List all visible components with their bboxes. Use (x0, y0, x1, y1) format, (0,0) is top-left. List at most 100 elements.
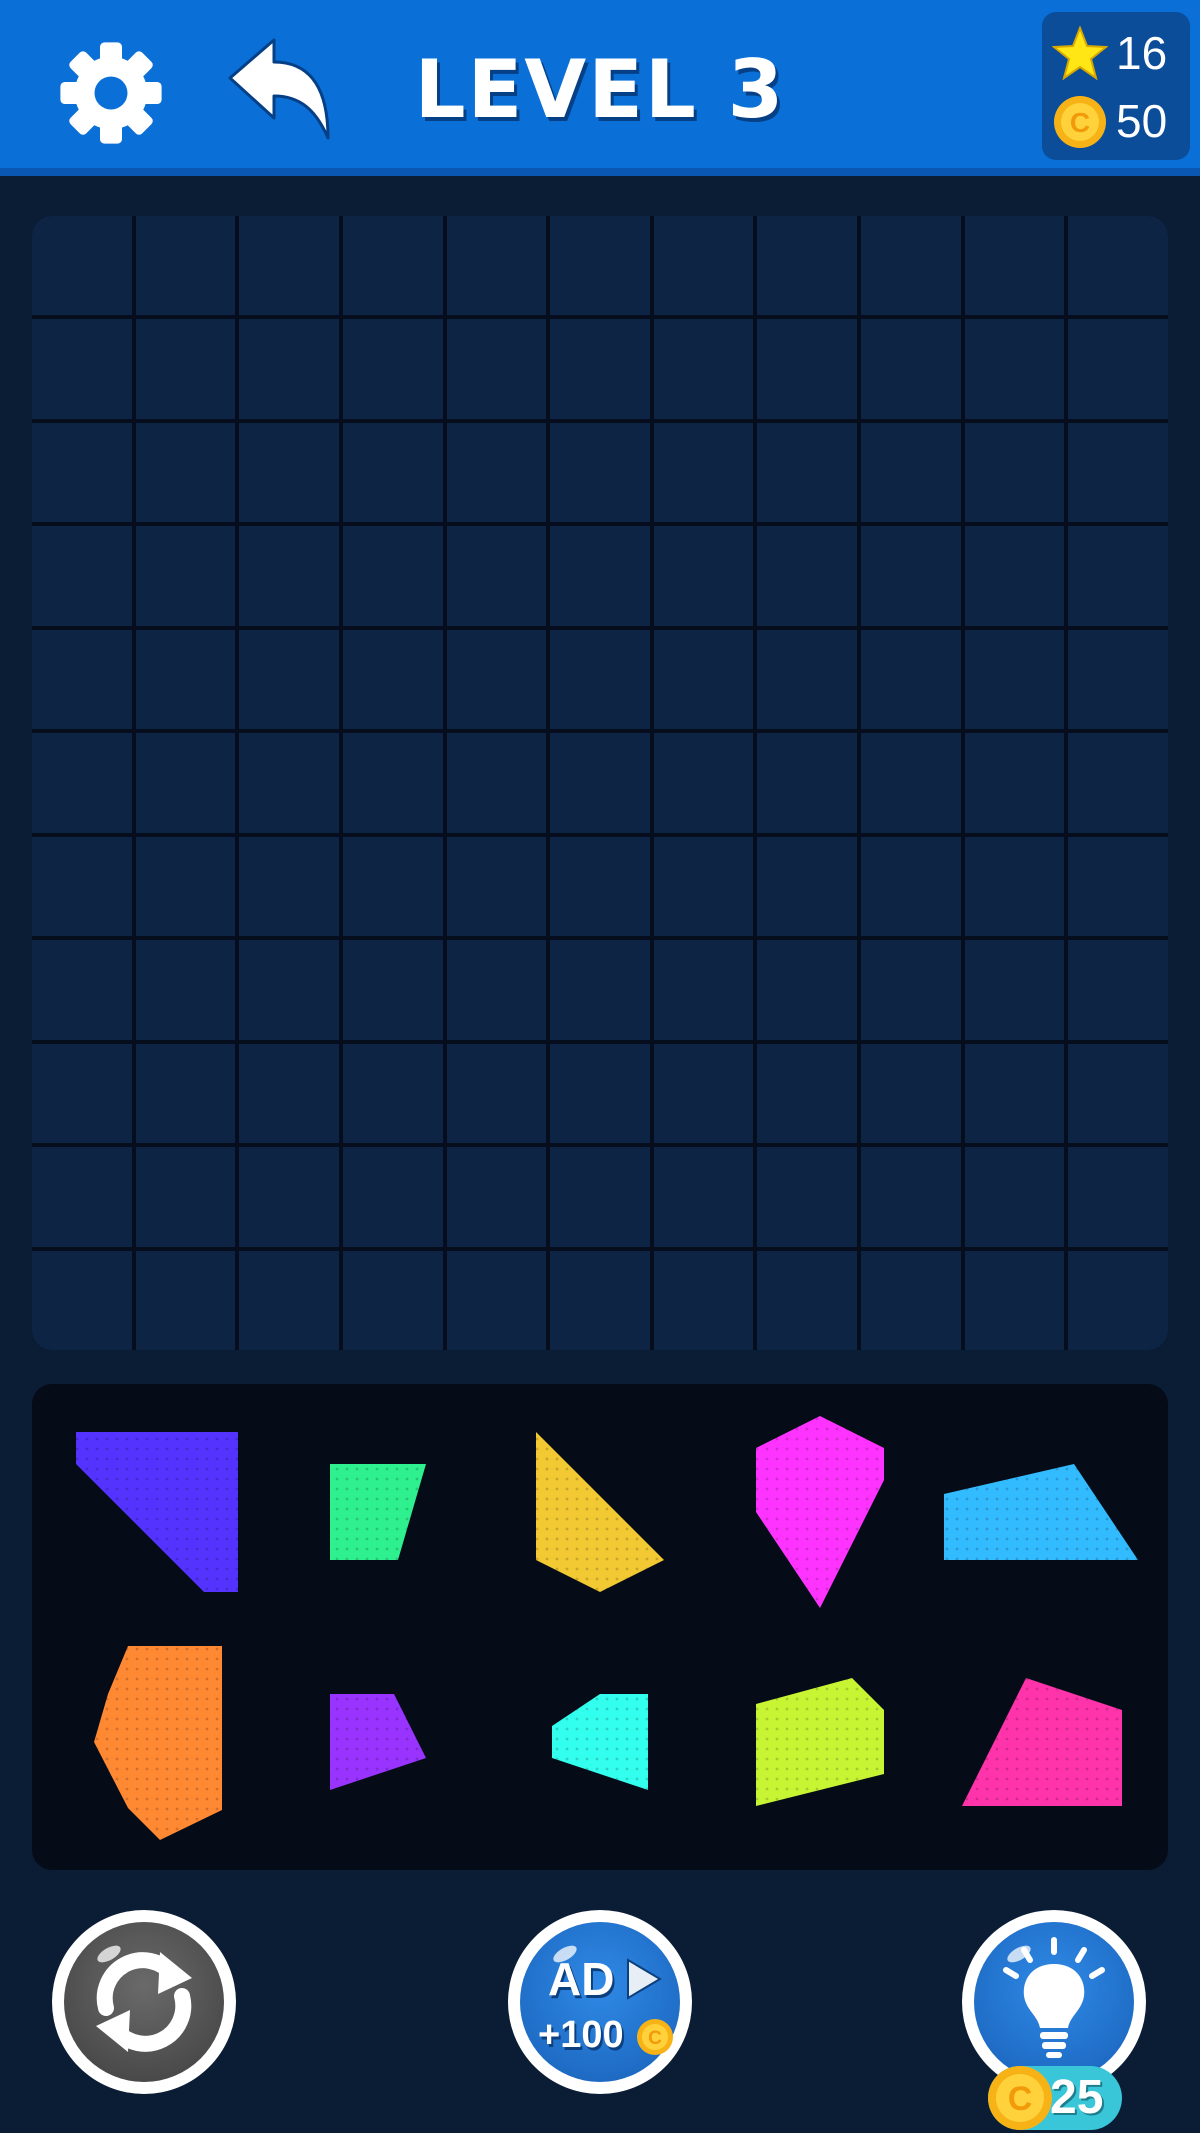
board-cell[interactable] (964, 422, 1065, 523)
board-cell[interactable] (1068, 1250, 1168, 1350)
board-cell[interactable] (1068, 422, 1168, 523)
board-cell[interactable] (239, 526, 339, 626)
board-cell[interactable] (1068, 319, 1168, 419)
board-cell[interactable] (446, 1147, 547, 1247)
board-cell[interactable] (861, 733, 961, 833)
board-cell[interactable] (135, 216, 236, 316)
watch-ad-button[interactable]: AD +100 C (508, 1910, 692, 2094)
board-cell[interactable] (342, 629, 443, 730)
board-cell[interactable] (32, 319, 132, 419)
board-cell[interactable] (653, 733, 754, 833)
yellow-piece[interactable] (536, 1432, 664, 1592)
board-cell[interactable] (1068, 1147, 1168, 1247)
board-cell[interactable] (32, 422, 132, 523)
board-cell[interactable] (239, 629, 339, 730)
magenta-piece[interactable] (756, 1416, 884, 1608)
board-cell[interactable] (342, 940, 443, 1040)
cyan-piece[interactable] (552, 1694, 648, 1790)
board-cell[interactable] (32, 733, 132, 833)
board-cell[interactable] (964, 940, 1065, 1040)
board-cell[interactable] (342, 216, 443, 316)
board-cell[interactable] (861, 836, 961, 937)
board-cell[interactable] (964, 1043, 1065, 1144)
sky-blue-piece[interactable] (944, 1464, 1138, 1560)
purple-piece[interactable] (330, 1694, 426, 1790)
board-cell[interactable] (135, 1043, 236, 1144)
board-cell[interactable] (964, 733, 1065, 833)
board-cell[interactable] (342, 836, 443, 937)
board-cell[interactable] (1068, 836, 1168, 937)
board-cell[interactable] (342, 422, 443, 523)
board-cell[interactable] (342, 733, 443, 833)
green-piece[interactable] (330, 1464, 426, 1560)
board-cell[interactable] (32, 1250, 132, 1350)
board-cell[interactable] (550, 733, 650, 833)
board-cell[interactable] (135, 629, 236, 730)
board-cell[interactable] (446, 836, 547, 937)
board-cell[interactable] (239, 216, 339, 316)
board-cell[interactable] (135, 526, 236, 626)
board-cell[interactable] (757, 526, 858, 626)
board-cell[interactable] (757, 940, 858, 1040)
board-cell[interactable] (964, 1147, 1065, 1247)
board-cell[interactable] (446, 1043, 547, 1144)
board-cell[interactable] (861, 319, 961, 419)
board-cell[interactable] (550, 629, 650, 730)
board-cell[interactable] (653, 629, 754, 730)
board-cell[interactable] (446, 940, 547, 1040)
board-cell[interactable] (964, 526, 1065, 626)
board-cell[interactable] (757, 629, 858, 730)
board-cell[interactable] (653, 526, 754, 626)
board-cell[interactable] (446, 526, 547, 626)
board-cell[interactable] (135, 1250, 236, 1350)
board-cell[interactable] (1068, 216, 1168, 316)
board-cell[interactable] (1068, 1043, 1168, 1144)
board-cell[interactable] (239, 733, 339, 833)
board-cell[interactable] (964, 319, 1065, 419)
board-cell[interactable] (653, 319, 754, 419)
board-cell[interactable] (861, 422, 961, 523)
board-cell[interactable] (550, 526, 650, 626)
lime-piece[interactable] (756, 1678, 884, 1806)
board-cell[interactable] (757, 836, 858, 937)
board-cell[interactable] (239, 940, 339, 1040)
board-cell[interactable] (135, 733, 236, 833)
board-cell[interactable] (1068, 733, 1168, 833)
board-cell[interactable] (653, 1043, 754, 1144)
board-cell[interactable] (1068, 526, 1168, 626)
board-cell[interactable] (550, 319, 650, 419)
board-cell[interactable] (861, 526, 961, 626)
board-cell[interactable] (32, 629, 132, 730)
board-cell[interactable] (653, 940, 754, 1040)
board-cell[interactable] (446, 319, 547, 419)
board-cell[interactable] (1068, 940, 1168, 1040)
board-cell[interactable] (550, 1250, 650, 1350)
board-cell[interactable] (446, 1250, 547, 1350)
board-cell[interactable] (135, 1147, 236, 1247)
board-cell[interactable] (239, 1147, 339, 1247)
board-cell[interactable] (32, 1043, 132, 1144)
board-cell[interactable] (757, 1147, 858, 1247)
board-cell[interactable] (446, 733, 547, 833)
board-cell[interactable] (32, 216, 132, 316)
board-cell[interactable] (861, 216, 961, 316)
board-cell[interactable] (135, 940, 236, 1040)
board-cell[interactable] (653, 422, 754, 523)
board-cell[interactable] (239, 1043, 339, 1144)
board-cell[interactable] (550, 836, 650, 937)
board-cell[interactable] (757, 422, 858, 523)
board-cell[interactable] (32, 526, 132, 626)
board-cell[interactable] (653, 1250, 754, 1350)
settings-button[interactable] (56, 38, 166, 148)
board-cell[interactable] (550, 422, 650, 523)
board-cell[interactable] (446, 216, 547, 316)
board-cell[interactable] (342, 1250, 443, 1350)
board-cell[interactable] (861, 1043, 961, 1144)
board-cell[interactable] (239, 422, 339, 523)
board-cell[interactable] (342, 526, 443, 626)
board-cell[interactable] (964, 216, 1065, 316)
blue-violet-piece[interactable] (76, 1432, 238, 1592)
pink-piece[interactable] (962, 1678, 1122, 1806)
board-cell[interactable] (446, 422, 547, 523)
board-cell[interactable] (550, 940, 650, 1040)
